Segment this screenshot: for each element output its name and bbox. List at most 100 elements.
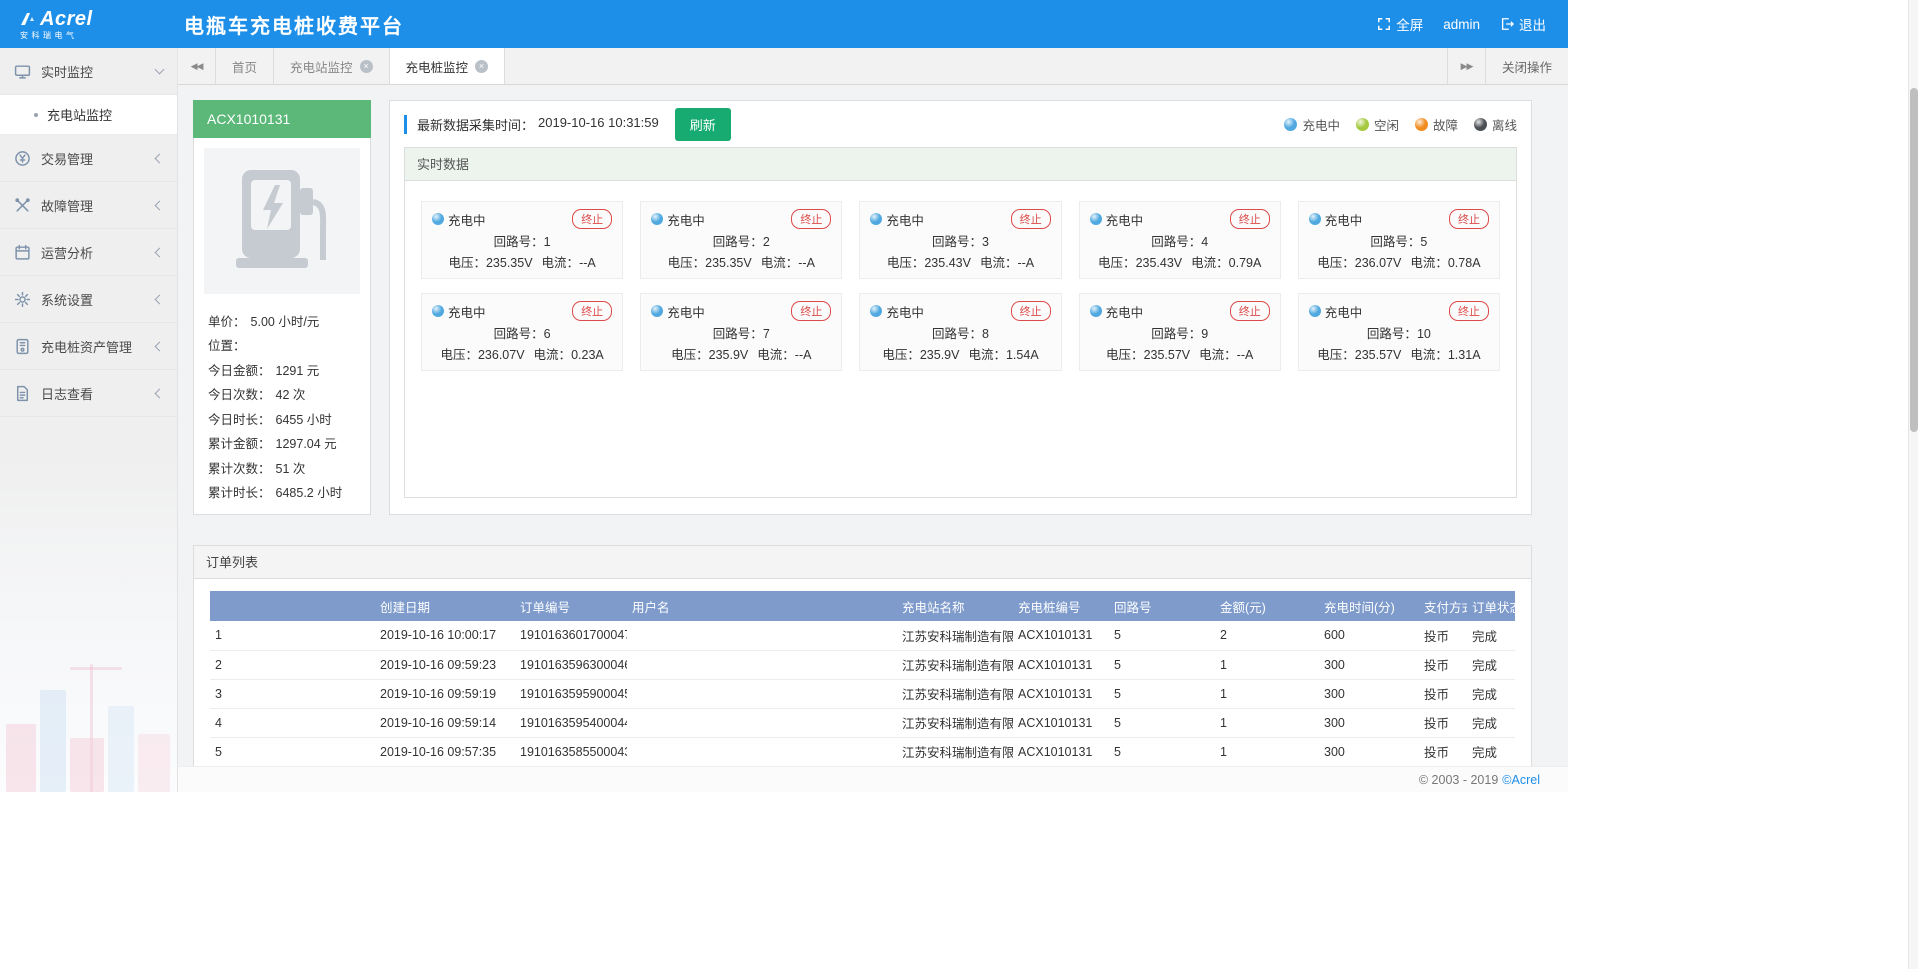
charging-status-dot-icon (1090, 213, 1102, 225)
stat-label: 今日金额： (208, 360, 271, 379)
sidebar-item-station-monitor[interactable]: 充电站监控 (0, 95, 177, 135)
circuit-status: 充电中 (667, 210, 705, 229)
order-row[interactable]: 1 2019-10-16 10:00:17 1910163601700047 江… (210, 621, 1515, 650)
city-skyline-illustration (0, 637, 178, 792)
legend-item: 离线 (1474, 115, 1517, 134)
tab-home[interactable]: 首页 (216, 48, 274, 84)
cell-pile-no: ACX1010131 (1013, 679, 1109, 708)
status-dot-icon (1284, 118, 1297, 131)
cell-create-date: 2019-10-16 09:59:19 (375, 679, 515, 708)
vertical-scrollbar[interactable] (1908, 0, 1918, 969)
status-dot-icon (1474, 118, 1487, 131)
close-operations-button[interactable]: 关闭操作 (1485, 48, 1568, 84)
terminate-button[interactable]: 终止 (572, 301, 612, 321)
sidebar-item-pile-assets[interactable]: 充电桩资产管理 (0, 323, 177, 370)
collect-time: 最新数据采集时间： 2019-10-16 10:31:59 (404, 115, 659, 134)
cell-circuit-no: 5 (1109, 679, 1215, 708)
circuit-card-grid: 充电中 终止 回路号：1 电压：235.35V电流：--A (405, 181, 1516, 391)
sidebar-item-transactions[interactable]: 交易管理 (0, 135, 177, 182)
cell-station-name: 江苏安科瑞制造有限公司 (897, 621, 1013, 650)
stat-label: 单价： (208, 311, 246, 330)
cell-status: 完成 (1467, 737, 1515, 766)
voltage-label: 电压： (668, 256, 706, 270)
cell-pile-no: ACX1010131 (1013, 708, 1109, 737)
calendar-icon (14, 244, 31, 261)
voltage-label: 电压： (440, 348, 478, 362)
tabs-scroll-left-button[interactable]: ◀◀ (178, 48, 216, 84)
sidebar-item-logs[interactable]: 日志查看 (0, 370, 177, 417)
sidebar-item-label: 充电桩资产管理 (41, 337, 132, 356)
row-index: 3 (210, 679, 375, 708)
column-header (210, 591, 375, 621)
circuit-no-label: 回路号： (494, 327, 544, 341)
cell-pay-method: 投币 (1419, 679, 1467, 708)
close-tab-icon[interactable]: × (360, 60, 373, 73)
row-index: 4 (210, 708, 375, 737)
stat-value: 51 次 (276, 458, 306, 477)
sidebar-item-analytics[interactable]: 运营分析 (0, 229, 177, 276)
terminate-button[interactable]: 终止 (1449, 301, 1489, 321)
column-header: 充电时间(分) (1319, 591, 1419, 621)
legend-label: 空闲 (1374, 115, 1399, 134)
close-tab-icon[interactable]: × (475, 60, 488, 73)
voltage-label: 电压： (882, 348, 920, 362)
tab-operations: ▶▶ 关闭操作 (1447, 48, 1568, 84)
fullscreen-button[interactable]: 全屏 (1377, 14, 1423, 34)
order-row[interactable]: 2 2019-10-16 09:59:23 1910163596300046 江… (210, 650, 1515, 679)
collect-time-label: 最新数据采集时间： (417, 115, 534, 134)
terminate-button[interactable]: 终止 (1230, 209, 1270, 229)
circuit-no-value: 8 (982, 327, 989, 341)
sidebar-item-faults[interactable]: 故障管理 (0, 182, 177, 229)
user-menu[interactable]: admin (1443, 17, 1480, 32)
stat-label: 今日次数： (208, 384, 271, 403)
logout-label: 退出 (1519, 14, 1546, 34)
sidebar-item-realtime-monitor[interactable]: 实时监控 (0, 48, 177, 95)
voltage-label: 电压： (1317, 256, 1355, 270)
tabs-scroll-right-button[interactable]: ▶▶ (1447, 48, 1485, 84)
cell-station-name: 江苏安科瑞制造有限公司 (897, 708, 1013, 737)
current-value: --A (798, 256, 815, 270)
orders-title: 订单列表 (194, 546, 1531, 579)
cell-order-no: 1910163596300046 (515, 650, 627, 679)
logout-button[interactable]: 退出 (1500, 14, 1546, 34)
tab-pile-monitor[interactable]: 充电桩监控 × (390, 48, 506, 84)
order-row[interactable]: 4 2019-10-16 09:59:14 1910163595400044 江… (210, 708, 1515, 737)
terminate-button[interactable]: 终止 (572, 209, 612, 229)
terminate-button[interactable]: 终止 (1011, 301, 1051, 321)
cell-amount: 1 (1215, 737, 1319, 766)
tab-station-monitor[interactable]: 充电站监控 × (274, 48, 390, 84)
column-header: 创建日期 (375, 591, 515, 621)
legend-label: 离线 (1492, 115, 1517, 134)
realtime-data-title: 实时数据 (405, 148, 1516, 181)
cell-station-name: 江苏安科瑞制造有限公司 (897, 737, 1013, 766)
circuit-no-label: 回路号： (713, 235, 763, 249)
order-row[interactable]: 5 2019-10-16 09:57:35 1910163585500043 江… (210, 737, 1515, 766)
terminate-button[interactable]: 终止 (1230, 301, 1270, 321)
sidebar-item-label: 系统设置 (41, 290, 93, 309)
order-row[interactable]: 3 2019-10-16 09:59:19 1910163595900045 江… (210, 679, 1515, 708)
scrollbar-thumb[interactable] (1910, 88, 1918, 432)
terminate-button[interactable]: 终止 (791, 301, 831, 321)
charging-station-icon (234, 166, 330, 276)
brand-link[interactable]: ©Acrel (1502, 773, 1540, 787)
terminate-button[interactable]: 终止 (1449, 209, 1489, 229)
sidebar-item-settings[interactable]: 系统设置 (0, 276, 177, 323)
circuit-no-label: 回路号： (1367, 327, 1417, 341)
cell-duration: 600 (1319, 621, 1419, 650)
cell-create-date: 2019-10-16 09:59:14 (375, 708, 515, 737)
stat-value: 6485.2 小时 (276, 482, 343, 501)
chevron-left-icon (155, 200, 165, 210)
cell-create-date: 2019-10-16 09:57:35 (375, 737, 515, 766)
status-dot-icon (1356, 118, 1369, 131)
terminate-button[interactable]: 终止 (1011, 209, 1051, 229)
voltage-value: 235.57V (1355, 348, 1402, 362)
voltage-label: 电压： (887, 256, 925, 270)
terminate-button[interactable]: 终止 (791, 209, 831, 229)
current-label: 电流： (1410, 348, 1448, 362)
circuit-card: 充电中 终止 回路号：6 电压：236.07V电流：0.23A (421, 293, 623, 371)
refresh-button[interactable]: 刷新 (675, 108, 731, 141)
tab-bar: ◀◀ 首页 充电站监控 × 充电桩监控 × ▶▶ 关闭操作 (178, 48, 1568, 85)
circuit-no-label: 回路号： (1151, 235, 1201, 249)
cell-amount: 2 (1215, 621, 1319, 650)
cell-pile-no: ACX1010131 (1013, 737, 1109, 766)
